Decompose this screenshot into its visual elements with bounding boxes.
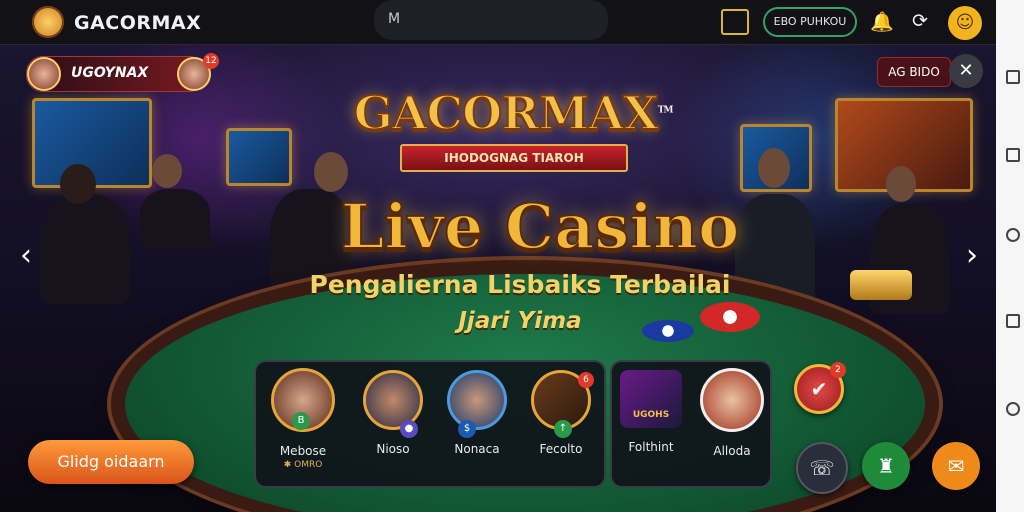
- login-button[interactable]: EBO PUHKOU: [763, 7, 857, 37]
- bell-icon[interactable]: 🔔: [870, 10, 894, 33]
- chip-stack: [700, 302, 760, 332]
- game-mini-badge: $: [458, 420, 476, 438]
- brand-title: GACORMAXTM: [338, 85, 688, 141]
- search-text: M: [388, 11, 401, 27]
- game-card[interactable]: B Mebose ✱ OMRO: [256, 368, 350, 470]
- reward-badge: 2: [830, 362, 846, 378]
- game-thumbnail: [700, 368, 764, 432]
- game-card[interactable]: 6 ↑ Fecolto: [524, 370, 598, 456]
- game-thumbnail: UGOHS: [620, 370, 682, 428]
- dealer-head: [758, 148, 790, 188]
- top-bar: GACORMAX M EBO PUHKOU 🔔 ⟳ ☺: [0, 0, 996, 45]
- game-mini-badge: ●: [400, 420, 418, 438]
- gift-icon[interactable]: [721, 9, 749, 35]
- brand-logo[interactable]: GACORMAX: [74, 12, 201, 34]
- chip-stack: [850, 270, 912, 300]
- user-chip[interactable]: UGOYNAX 12: [26, 53, 219, 92]
- logo-icon: [32, 6, 64, 38]
- game-logo-text: UGOHS: [632, 410, 670, 420]
- dealer-head: [314, 152, 348, 192]
- game-label: Folthint: [628, 440, 674, 454]
- game-label: Nioso: [376, 442, 410, 456]
- user-icon[interactable]: ☺: [948, 6, 982, 40]
- game-label: Nonaca: [454, 442, 500, 456]
- avatar: [27, 57, 61, 91]
- game-mini-badge: ↑: [554, 420, 572, 438]
- page-title: Live Casino: [340, 189, 741, 264]
- brand-title-text: GACORMAX: [353, 85, 660, 141]
- game-card[interactable]: Alloda: [696, 368, 768, 458]
- game-label: Alloda: [713, 444, 751, 458]
- square-icon[interactable]: [1006, 314, 1020, 328]
- trademark: TM: [657, 105, 674, 116]
- player-head: [152, 154, 182, 188]
- chat-icon[interactable]: ✉: [932, 442, 980, 490]
- home-icon[interactable]: [1006, 228, 1020, 242]
- search-input[interactable]: M: [374, 0, 608, 40]
- cta-button[interactable]: Glidg oidaarn: [28, 440, 194, 484]
- game-card[interactable]: ● Nioso: [356, 370, 430, 456]
- game-sub-mark: ✱: [283, 460, 292, 470]
- subtitle: Pengalierna Lisbaiks Terbailai: [309, 270, 731, 299]
- game-card[interactable]: $ Nonaca: [440, 370, 514, 456]
- player-silhouette: [140, 189, 210, 249]
- player-silhouette: [40, 194, 130, 304]
- search-icon[interactable]: [1006, 402, 1020, 416]
- bottle-icon[interactable]: ♜: [862, 442, 910, 490]
- support-icon[interactable]: ☏: [796, 442, 848, 494]
- game-badge: 6: [578, 372, 594, 388]
- game-sub-text: OMRO: [294, 460, 323, 470]
- notification-badge: 12: [203, 53, 219, 69]
- close-icon[interactable]: ✕: [949, 54, 983, 88]
- copy-icon[interactable]: [1006, 148, 1020, 162]
- chip-stack: [642, 320, 694, 342]
- game-thumbnail: [447, 370, 507, 430]
- game-sub: ✱ OMRO: [256, 460, 350, 470]
- refresh-icon[interactable]: ⟳: [912, 10, 928, 32]
- live-chip[interactable]: AG BIDO: [877, 57, 951, 87]
- user-name: UGOYNAX: [71, 65, 149, 81]
- window-icon[interactable]: [1006, 70, 1020, 84]
- chevron-left-icon[interactable]: ‹: [20, 238, 32, 273]
- subtitle-2: Jjari Yima: [458, 308, 582, 334]
- player-head: [886, 166, 916, 202]
- chevron-right-icon[interactable]: ›: [966, 238, 978, 273]
- game-label: Mebose: [279, 444, 327, 458]
- game-label: Fecolto: [539, 442, 583, 456]
- game-mini-badge: B: [292, 412, 310, 430]
- brand-ribbon: IHODOGNAG TIAROH: [400, 144, 628, 172]
- slot-screen-left-2: [226, 128, 292, 186]
- game-card[interactable]: UGOHS Folthint: [612, 370, 690, 454]
- player-head: [60, 164, 96, 204]
